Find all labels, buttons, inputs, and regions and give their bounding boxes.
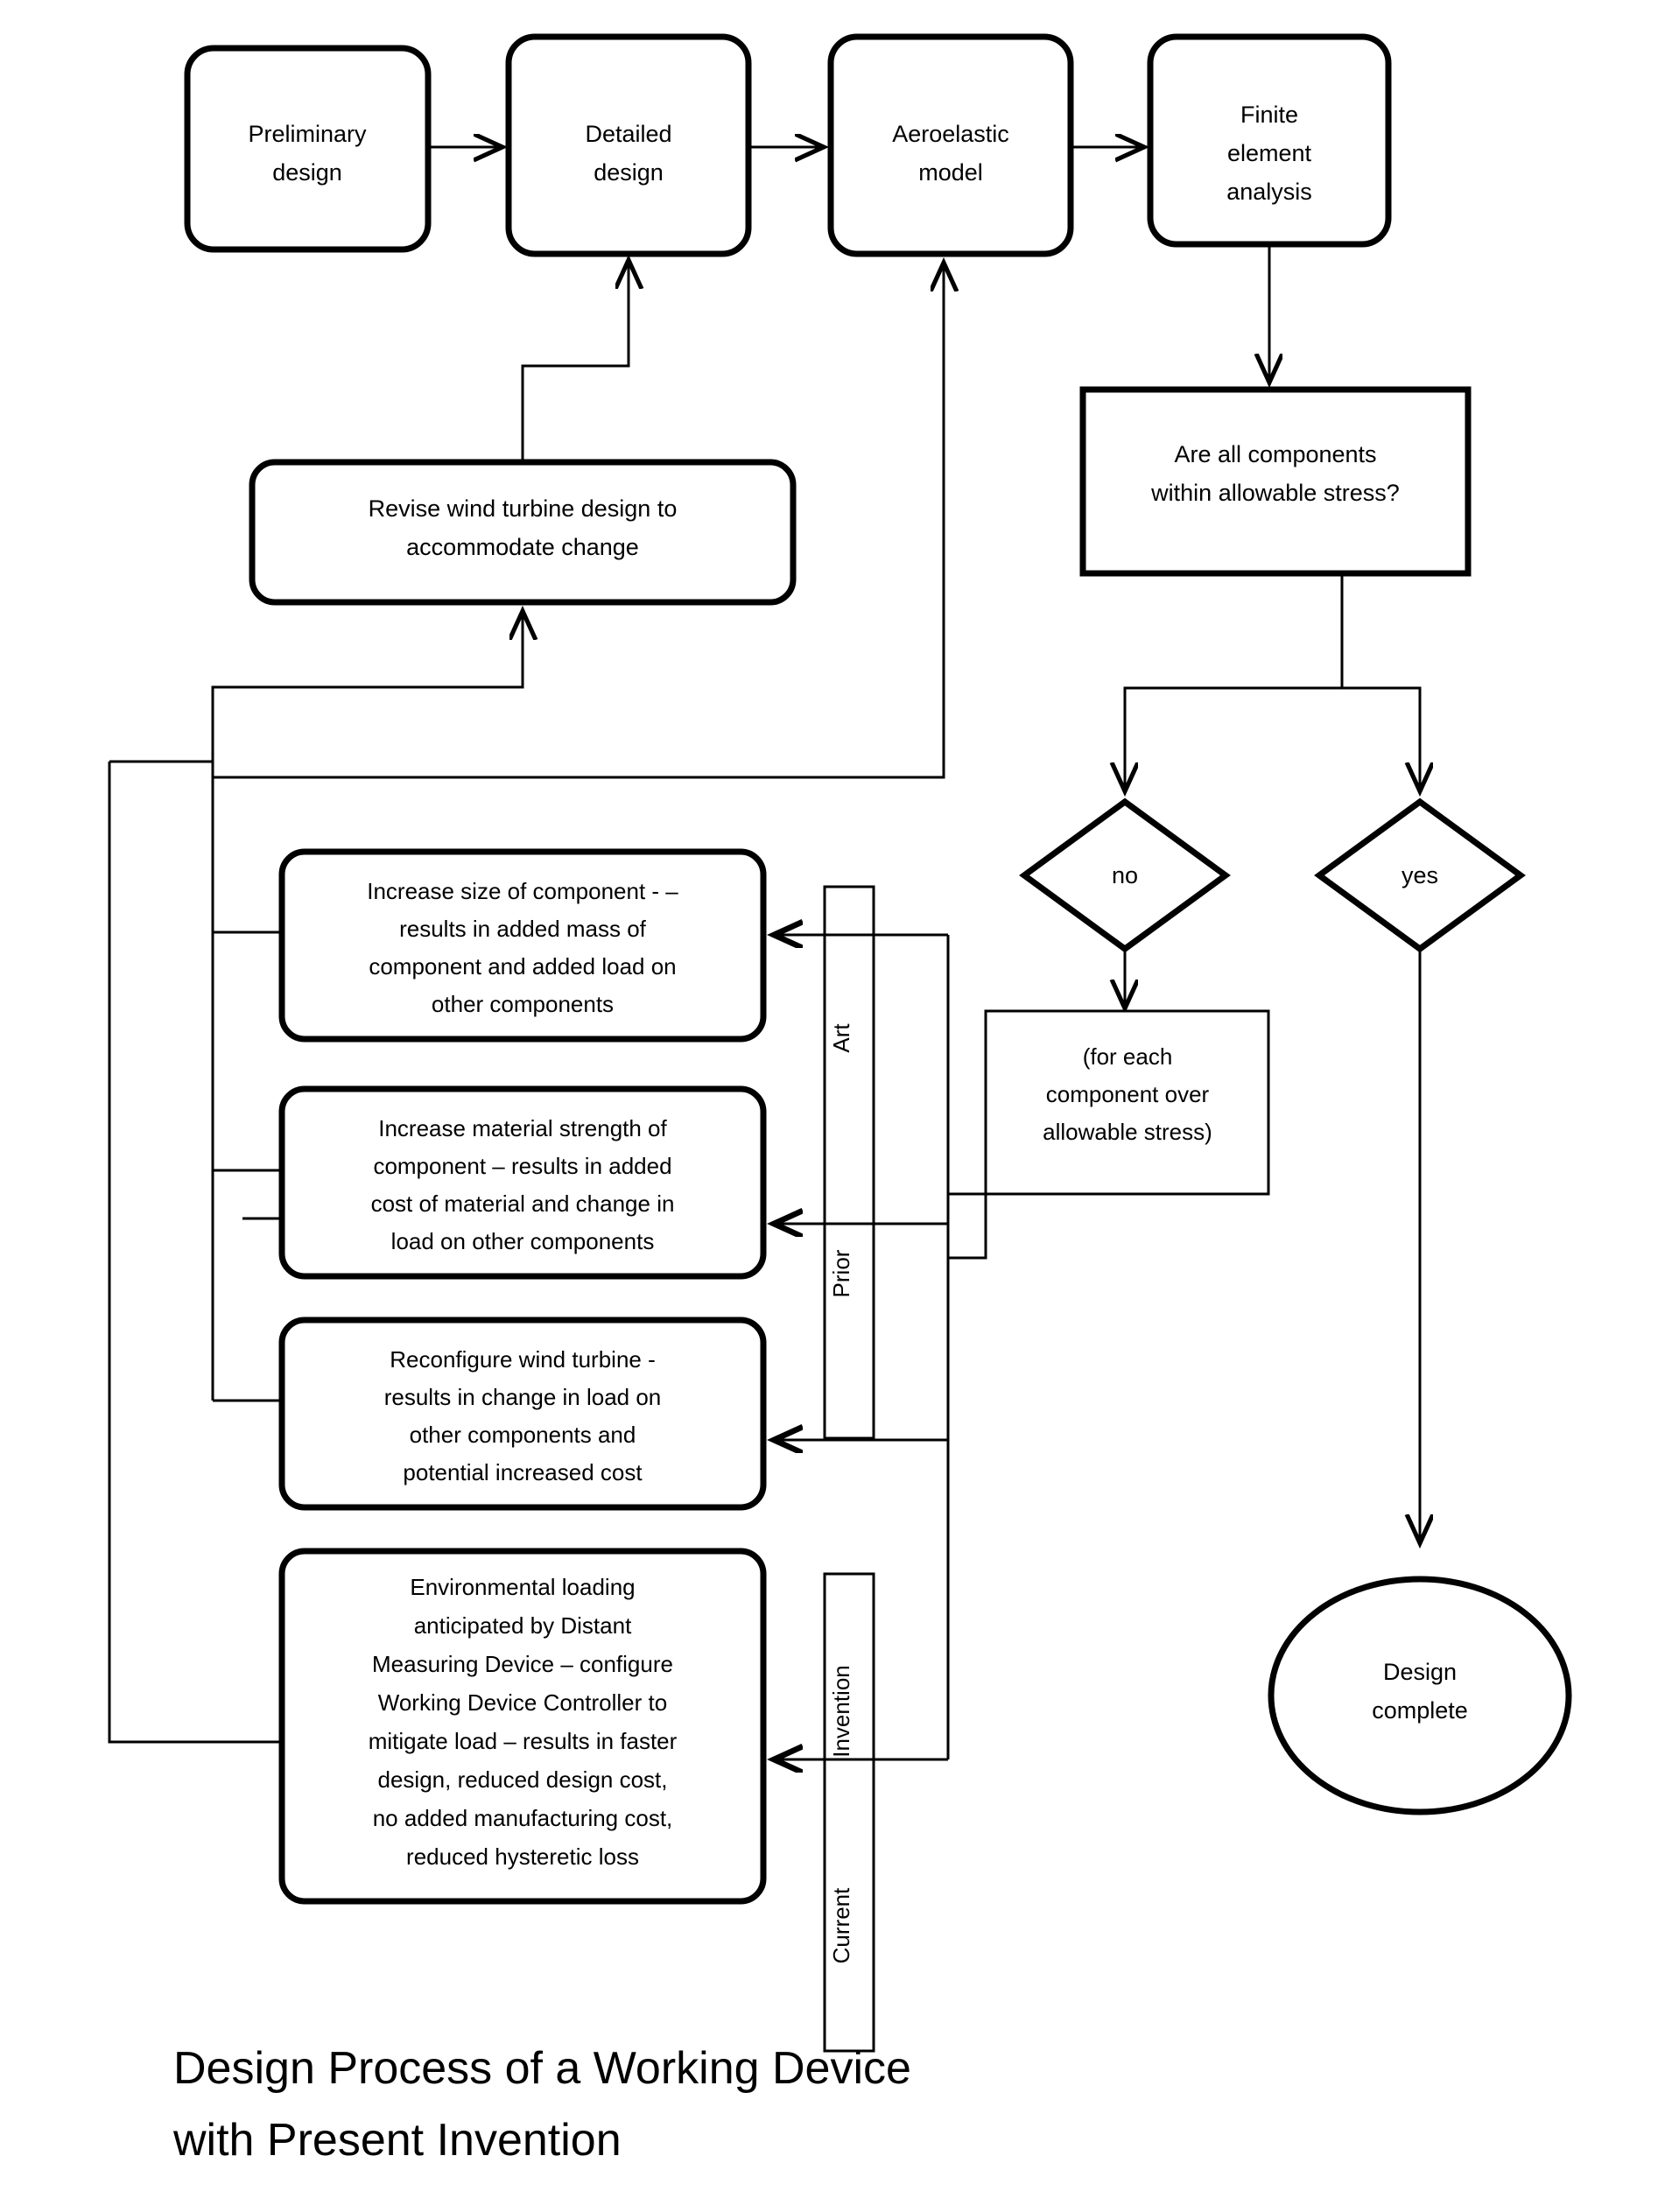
option-3-line-4: potential increased cost	[403, 1459, 643, 1485]
option-4-line-8: reduced hysteretic loss	[406, 1843, 639, 1870]
option-3-line-1: Reconfigure wind turbine -	[390, 1346, 656, 1373]
current-invention-label-invention: Invention	[828, 1665, 854, 1758]
prior-art-label-art: Art	[828, 1023, 854, 1053]
finite-element-line-2: element	[1227, 140, 1312, 166]
node-option-environmental[interactable]: Environmental loading anticipated by Dis…	[278, 1548, 767, 1905]
option-4-line-1: Environmental loading	[410, 1574, 635, 1600]
right-trunk-lower	[946, 1194, 987, 1759]
option-4-line-2: anticipated by Distant	[414, 1612, 632, 1639]
aeroelastic-model-line-2: model	[918, 159, 983, 186]
caption-line-2: with Present Invention	[172, 2115, 622, 2166]
for-each-line-2: component over	[1046, 1081, 1210, 1107]
for-each-line-3: allowable stress)	[1043, 1119, 1212, 1145]
revise-design-line-1: Revise wind turbine design to	[369, 495, 678, 522]
current-invention-label-current: Current	[828, 1887, 854, 1963]
preliminary-design-line-1: Preliminary	[248, 121, 367, 147]
stress-question-line-1: Are all components	[1174, 441, 1376, 467]
branch-line-yes	[1342, 686, 1420, 791]
option-2-line-4: load on other components	[391, 1228, 655, 1254]
left-outer-trunk	[108, 762, 285, 1744]
design-complete-line-2: complete	[1372, 1697, 1468, 1724]
flowchart-svg: Preliminary design Detailed design Aeroe…	[108, 33, 1572, 2166]
option-4-line-5: mitigate load – results in faster	[369, 1728, 678, 1754]
decision-yes[interactable]: yes	[1314, 797, 1526, 953]
preliminary-design-line-2: design	[272, 159, 342, 186]
decision-no-label: no	[1112, 862, 1138, 888]
option-4-line-4: Working Device Controller to	[378, 1689, 667, 1716]
option-1-line-4: other components	[432, 991, 614, 1017]
detailed-design-line-2: design	[594, 159, 664, 186]
node-option-increase-size[interactable]: Increase size of component - – results i…	[278, 848, 767, 1043]
node-stress-question[interactable]: Are all components within allowable stre…	[1079, 386, 1472, 577]
node-design-complete[interactable]: Design complete	[1268, 1576, 1572, 1815]
decision-no[interactable]: no	[1019, 797, 1231, 953]
node-option-increase-strength[interactable]: Increase material strength of component …	[278, 1085, 767, 1280]
node-detailed-design[interactable]: Detailed design	[505, 33, 752, 257]
option-1-line-3: component and added load on	[369, 953, 676, 980]
stress-question-line-2: within allowable stress?	[1150, 480, 1400, 506]
finite-element-line-3: analysis	[1226, 179, 1312, 205]
option-4-line-3: Measuring Device – configure	[372, 1651, 673, 1677]
option-2-line-1: Increase material strength of	[378, 1115, 667, 1141]
arrow-revise-to-detailed	[521, 260, 629, 460]
finite-element-line-1: Finite	[1240, 102, 1298, 128]
option-4-line-7: no added manufacturing cost,	[373, 1805, 673, 1831]
option-1-line-2: results in added mass of	[399, 916, 647, 942]
option-1-line-1: Increase size of component - –	[367, 878, 678, 904]
design-complete-line-1: Design	[1383, 1659, 1457, 1685]
node-finite-element-analysis[interactable]: Finite element analysis	[1147, 33, 1392, 248]
branch-line-no	[1125, 575, 1344, 791]
diagram-canvas: Preliminary design Detailed design Aeroe…	[0, 0, 1679, 2212]
right-trunk-upper	[946, 935, 986, 1258]
node-option-reconfigure[interactable]: Reconfigure wind turbine - results in ch…	[278, 1317, 767, 1511]
bracket-current-invention: Invention Current	[823, 1572, 875, 2053]
node-for-each-component[interactable]: (for each component over allowable stres…	[984, 1009, 1270, 1196]
option-3-line-2: results in change in load on	[384, 1384, 662, 1410]
bracket-prior-art: Art Prior	[823, 885, 875, 1440]
option-3-line-3: other components and	[410, 1422, 636, 1448]
for-each-line-1: (for each	[1083, 1043, 1173, 1070]
detailed-design-line-1: Detailed	[585, 121, 671, 147]
decision-yes-label: yes	[1402, 862, 1438, 888]
revise-design-line-2: accommodate change	[406, 534, 639, 560]
prior-art-label-prior: Prior	[828, 1249, 854, 1297]
node-aeroelastic-model[interactable]: Aeroelastic model	[827, 33, 1074, 257]
option-4-line-6: design, reduced design cost,	[378, 1766, 668, 1793]
option-2-line-2: component – results in added	[373, 1153, 671, 1179]
aeroelastic-model-line-1: Aeroelastic	[892, 121, 1009, 147]
node-revise-design[interactable]: Revise wind turbine design to accommodat…	[249, 459, 797, 606]
caption-line-1: Design Process of a Working Device	[173, 2043, 911, 2094]
node-preliminary-design[interactable]: Preliminary design	[184, 45, 432, 253]
option-2-line-3: cost of material and change in	[371, 1190, 675, 1217]
